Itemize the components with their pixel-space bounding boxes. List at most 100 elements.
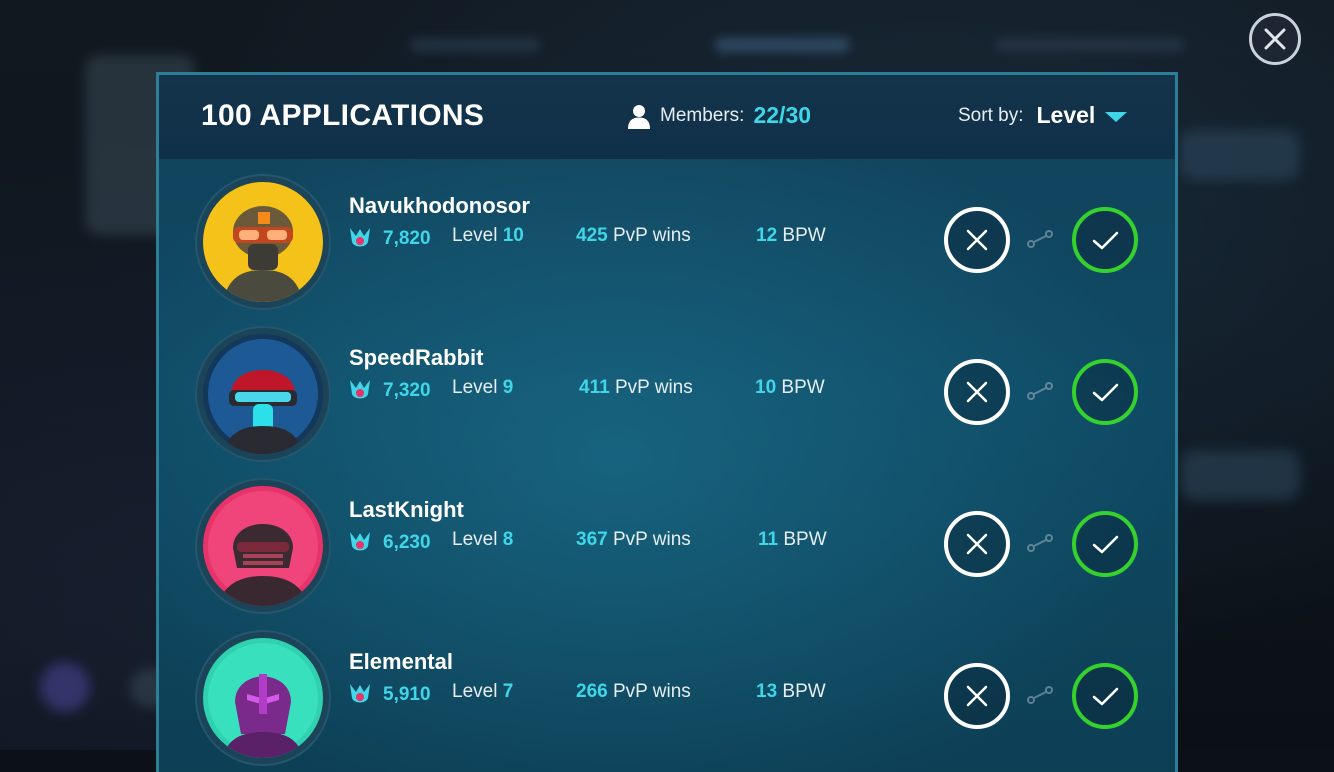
level-label: Level [452, 377, 498, 398]
members-label: Members: [660, 104, 745, 126]
close-button[interactable] [1249, 13, 1301, 65]
player-stats: 7,820 Level 10 425 PvP wins 12 BPW [347, 225, 907, 255]
player-name: LastKnight [349, 497, 464, 522]
sort-value: Level [1036, 102, 1096, 128]
close-icon [1264, 28, 1286, 50]
pvp-label: PvP wins [614, 377, 693, 398]
pvp-label: PvP wins [612, 225, 691, 246]
applicant-row: Elemental 5,910 Level 7 266 PvP wins 13 … [159, 615, 1175, 767]
page-title: 100 APPLICATIONS [201, 99, 485, 132]
background-tab [995, 38, 1185, 52]
player-name: Elemental [349, 649, 453, 674]
bpw-stat: 12 BPW [756, 225, 826, 247]
avatar [197, 176, 329, 308]
level-value: 10 [502, 225, 524, 246]
decline-button[interactable] [944, 511, 1010, 577]
elemental-portrait [203, 638, 323, 758]
trophy-value: 7,320 [383, 380, 431, 401]
panel-header: 100 APPLICATIONS Members: 22/30 Sort by:… [159, 75, 1175, 159]
level-stat: Level 8 [452, 529, 513, 551]
pvp-label: PvP wins [612, 529, 691, 550]
checkmark-icon [1092, 231, 1119, 250]
pvp-value: 266 [576, 681, 608, 702]
trophy-stat: 6,230 [347, 529, 431, 557]
pvp-label: PvP wins [612, 681, 691, 702]
level-stat: Level 10 [452, 225, 524, 247]
checkmark-icon [1092, 383, 1119, 402]
x-icon [966, 685, 988, 707]
members-value: 22/30 [753, 102, 812, 128]
background-tab [715, 38, 850, 52]
player-stats: 6,230 Level 8 367 PvP wins 11 BPW [347, 529, 907, 559]
level-stat: Level 7 [452, 681, 513, 703]
caret-down-icon [1105, 112, 1128, 122]
pvp-stat: 411 PvP wins [579, 377, 693, 399]
decline-button[interactable] [944, 663, 1010, 729]
bpw-value: 13 [756, 681, 778, 702]
link-icon [1027, 534, 1053, 552]
trophy-value: 7,820 [383, 228, 431, 249]
pvp-value: 411 [579, 377, 610, 398]
avatar [197, 632, 329, 764]
player-stats: 5,910 Level 7 266 PvP wins 13 BPW [347, 681, 907, 711]
applicant-row: SpeedRabbit 7,320 Level 9 411 PvP wins 1… [159, 311, 1175, 463]
trophy-stat: 7,820 [347, 225, 431, 253]
link-icon [1027, 382, 1053, 400]
trophy-icon [350, 380, 370, 399]
player-stats: 7,320 Level 9 411 PvP wins 10 BPW [347, 377, 907, 407]
background-avatar [40, 662, 90, 712]
link-icon [1027, 686, 1053, 704]
bpw-label: BPW [781, 377, 825, 398]
decline-button[interactable] [944, 207, 1010, 273]
accept-button[interactable] [1072, 207, 1138, 273]
pvp-stat: 367 PvP wins [576, 529, 691, 551]
trophy-stat: 7,320 [347, 377, 431, 405]
background-row [1180, 450, 1300, 500]
members-count: Members: 22/30 [627, 102, 811, 129]
level-value: 9 [502, 377, 514, 398]
accept-button[interactable] [1072, 359, 1138, 425]
link-icon [1027, 230, 1053, 248]
trophy-icon [350, 228, 370, 247]
knight-portrait [203, 486, 323, 606]
trophy-icon [350, 684, 370, 703]
x-icon [966, 229, 988, 251]
applications-panel: 100 APPLICATIONS Members: 22/30 Sort by:… [156, 72, 1178, 772]
checkmark-icon [1092, 687, 1119, 706]
sort-label: Sort by: [958, 104, 1024, 126]
pvp-value: 367 [576, 529, 608, 550]
bpw-value: 10 [755, 377, 777, 398]
trophy-icon [350, 532, 370, 551]
accept-button[interactable] [1072, 663, 1138, 729]
player-name: SpeedRabbit [349, 345, 484, 370]
applicant-row: LastKnight 6,230 Level 8 367 PvP wins 11… [159, 463, 1175, 615]
trophy-stat: 5,910 [347, 681, 431, 709]
sort-dropdown[interactable]: Sort by: Level [958, 102, 1128, 129]
person-icon [628, 104, 650, 129]
checkmark-icon [1092, 535, 1119, 554]
bpw-label: BPW [782, 225, 826, 246]
trophy-value: 6,230 [383, 532, 431, 553]
bpw-value: 12 [756, 225, 778, 246]
level-label: Level [452, 681, 498, 702]
background-tab [410, 38, 540, 52]
x-icon [966, 533, 988, 555]
avatar [197, 328, 329, 460]
avatar [197, 480, 329, 612]
level-label: Level [452, 225, 498, 246]
trophy-value: 5,910 [383, 684, 431, 705]
bpw-label: BPW [783, 529, 827, 550]
bpw-value: 11 [758, 529, 779, 550]
pvp-stat: 425 PvP wins [576, 225, 691, 247]
soldier-portrait [203, 182, 323, 302]
decline-button[interactable] [944, 359, 1010, 425]
accept-button[interactable] [1072, 511, 1138, 577]
bpw-stat: 11 BPW [758, 529, 827, 551]
level-value: 7 [502, 681, 514, 702]
level-stat: Level 9 [452, 377, 513, 399]
pvp-stat: 266 PvP wins [576, 681, 691, 703]
player-name: Navukhodonosor [349, 193, 530, 218]
bpw-label: BPW [782, 681, 826, 702]
background-row [1180, 130, 1300, 180]
applicant-row: Navukhodonosor 7,820 Level 10 425 PvP wi… [159, 159, 1175, 311]
